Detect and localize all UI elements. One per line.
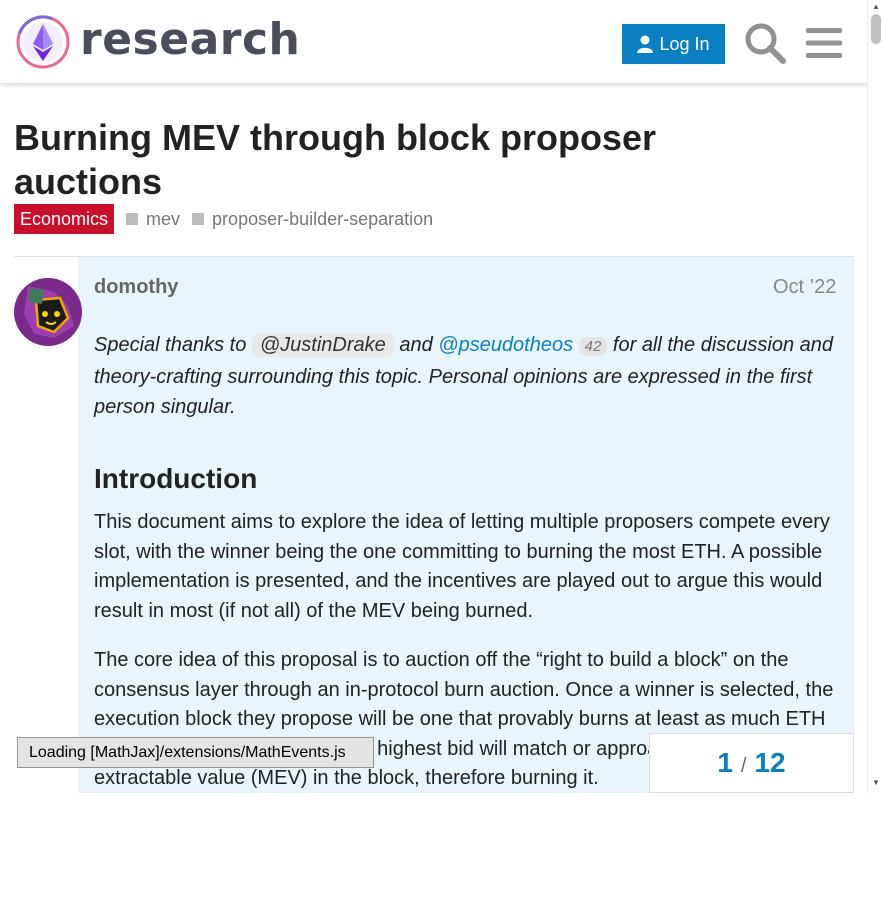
user-icon	[637, 35, 654, 53]
avatar[interactable]	[14, 278, 82, 346]
category-badge[interactable]: Economics	[14, 204, 115, 234]
log-in-button[interactable]: Log In	[622, 24, 725, 64]
post-date[interactable]: Oct ’22	[773, 276, 836, 299]
tag-label: proposer-builder-separation	[212, 208, 434, 229]
page-viewport: research Log In Burning MEV through bloc…	[0, 0, 883, 793]
tag-square-icon	[192, 213, 205, 225]
post-username[interactable]: domothy	[94, 276, 178, 299]
intro-and: and	[393, 334, 439, 356]
counter-separator: /	[740, 754, 747, 777]
paragraph-1: This document aims to explore the idea o…	[94, 511, 830, 622]
tag-label: mev	[146, 208, 181, 229]
search-icon[interactable]	[743, 21, 787, 65]
page-scrollbar[interactable]: ▲ ▼	[867, 0, 883, 793]
tag-proposer-builder-separation[interactable]: proposer-builder-separation	[192, 209, 433, 230]
tag-mev[interactable]: mev	[126, 209, 180, 230]
scrollbar-thumb[interactable]	[871, 14, 881, 44]
current-post-number: 1	[717, 747, 733, 778]
site-header: research Log In	[0, 0, 867, 84]
intro-prefix: Special thanks to	[94, 334, 252, 356]
hamburger-menu-icon[interactable]	[805, 25, 843, 61]
link-pseudotheos[interactable]: @pseudotheos	[438, 334, 573, 356]
topic-tags: Economics mev proposer-builder-separatio…	[14, 204, 433, 234]
post-intro: Special thanks to @JustinDrake and @pseu…	[94, 330, 839, 422]
section-heading: Introduction	[94, 463, 258, 494]
log-in-label: Log In	[659, 33, 710, 54]
mention-justindrake[interactable]: @JustinDrake	[251, 333, 394, 357]
tag-square-icon	[126, 213, 139, 225]
link-click-count: 42	[578, 337, 608, 356]
mathjax-loading-message: Loading [MathJax]/extensions/MathEvents.…	[17, 737, 374, 768]
site-name[interactable]: research	[80, 14, 300, 65]
topic-title[interactable]: Burning MEV through block proposer aucti…	[14, 116, 734, 204]
total-post-count: 12	[754, 747, 786, 778]
post-content: Special thanks to @JustinDrake and @pseu…	[94, 330, 839, 793]
timeline-post-counter[interactable]: 1 / 12	[649, 733, 854, 793]
site-logo-icon[interactable]	[15, 14, 71, 70]
scroll-up-arrow-icon[interactable]: ▲	[872, 2, 880, 11]
scroll-down-arrow-icon[interactable]: ▼	[872, 778, 880, 787]
